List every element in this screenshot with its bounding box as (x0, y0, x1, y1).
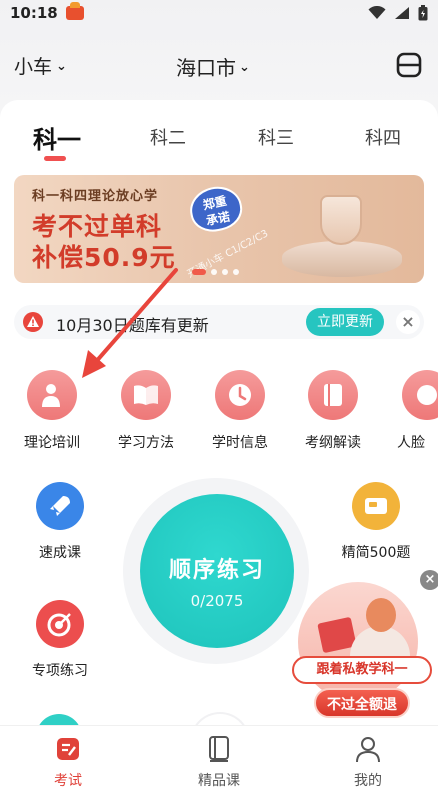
feature-theory-training[interactable]: 理论培训 (17, 370, 87, 452)
tab-active-indicator (44, 156, 66, 161)
practice-progress: 0/2075 (190, 592, 244, 610)
pagination-dot[interactable] (211, 269, 217, 275)
chevron-down-icon: ⌄ (239, 60, 250, 75)
vehicle-label: 小车 (14, 56, 53, 78)
app-notification-icon (65, 2, 84, 20)
pagination-dot[interactable] (192, 269, 206, 275)
bottom-navigation: 考试 精品课 我的 (0, 725, 438, 789)
tab-subject-4[interactable]: 科四 (365, 124, 401, 150)
special-practice-label: 专项练习 (32, 663, 88, 679)
update-now-button[interactable]: 立即更新 (306, 308, 384, 336)
promo-cta-button[interactable]: 不过全额退 (314, 688, 410, 718)
city-select[interactable]: 海口市 ⌄ (176, 52, 250, 81)
feature-study-method[interactable]: 学习方法 (111, 370, 181, 452)
notebook-icon (308, 370, 358, 420)
signal-icon (394, 6, 410, 20)
banner-podium-graphic (282, 241, 402, 277)
tab-subject-3[interactable]: 科三 (258, 124, 294, 150)
exam-icon (23, 732, 113, 766)
feature-face[interactable]: 人脸 (392, 370, 438, 452)
feature-syllabus[interactable]: 考纲解读 (298, 370, 368, 452)
special-practice[interactable]: 专项练习 (20, 600, 100, 680)
nav-mine[interactable]: 我的 (323, 732, 413, 789)
banner-promise-badge: 郑重 承诺 (185, 182, 247, 236)
feature-label: 学习方法 (118, 435, 174, 451)
banner-pagination (192, 269, 239, 275)
feature-label: 理论培训 (24, 435, 80, 451)
pagination-dot[interactable] (222, 269, 228, 275)
vehicle-select[interactable]: 小车 ⌄ (14, 52, 67, 79)
practice-title: 顺序练习 (168, 558, 265, 583)
promo-tagline: 跟着私教学科一 (292, 656, 432, 684)
nav-exam[interactable]: 考试 (23, 732, 113, 789)
feature-label: 人脸 (397, 435, 425, 451)
header: 小车 ⌄ 海口市 ⌄ (0, 40, 438, 90)
nav-premium-course[interactable]: 精品课 (174, 732, 264, 789)
close-icon[interactable]: × (396, 310, 420, 334)
quick-course-label: 速成课 (39, 545, 81, 561)
target-icon (36, 600, 84, 648)
nav-exam-label: 考试 (54, 773, 82, 789)
battery-icon (418, 5, 428, 21)
user-icon (323, 732, 413, 766)
banner-badge-text: 郑重 承诺 (201, 193, 232, 229)
banner-headline-2: 补偿50.9元 (32, 243, 176, 272)
promo-banner[interactable]: 科一科四理论放心学 考不过单科 补偿50.9元 郑重 承诺 开通小车 C1/C2… (14, 175, 424, 283)
subject-tabs: 科一 科二 科三 科四 (0, 118, 438, 168)
quick-course[interactable]: 速成课 (20, 482, 100, 562)
sequential-practice-button[interactable]: 顺序练习 0/2075 (140, 494, 294, 648)
pagination-dot[interactable] (233, 269, 239, 275)
banner-subtitle: 科一科四理论放心学 (32, 189, 159, 204)
rocket-icon (36, 482, 84, 530)
book-open-icon (121, 370, 171, 420)
feature-study-hours[interactable]: 学时信息 (205, 370, 275, 452)
city-label: 海口市 (176, 56, 236, 80)
scan-icon[interactable] (396, 52, 422, 82)
book-icon (174, 732, 264, 766)
selected-500-label: 精简500题 (341, 545, 411, 561)
feature-label: 学时信息 (212, 435, 268, 451)
person-teach-icon (27, 370, 77, 420)
warning-icon (22, 312, 44, 336)
shield-icon (320, 195, 362, 245)
close-icon[interactable]: × (420, 570, 438, 590)
tab-subject-2[interactable]: 科二 (150, 124, 186, 150)
face-icon (402, 370, 438, 420)
tutor-head (366, 598, 396, 632)
tab-subject-1[interactable]: 科一 (33, 120, 81, 155)
private-tutor-promo[interactable]: 跟着私教学科一 不过全额退 (290, 580, 438, 722)
folder-icon (352, 482, 400, 530)
chevron-down-icon: ⌄ (56, 59, 67, 74)
status-bar: 10:18 (0, 0, 438, 26)
feature-label: 考纲解读 (305, 435, 361, 451)
wifi-icon (368, 6, 386, 20)
nav-premium-course-label: 精品课 (198, 773, 240, 789)
selected-500-questions[interactable]: 精简500题 (336, 482, 416, 562)
nav-mine-label: 我的 (354, 773, 382, 789)
clock-icon (215, 370, 265, 420)
notice-text: 10月30日题库有更新 (56, 316, 209, 335)
update-notice: 10月30日题库有更新 立即更新 × (14, 305, 424, 339)
status-time: 10:18 (10, 4, 58, 22)
